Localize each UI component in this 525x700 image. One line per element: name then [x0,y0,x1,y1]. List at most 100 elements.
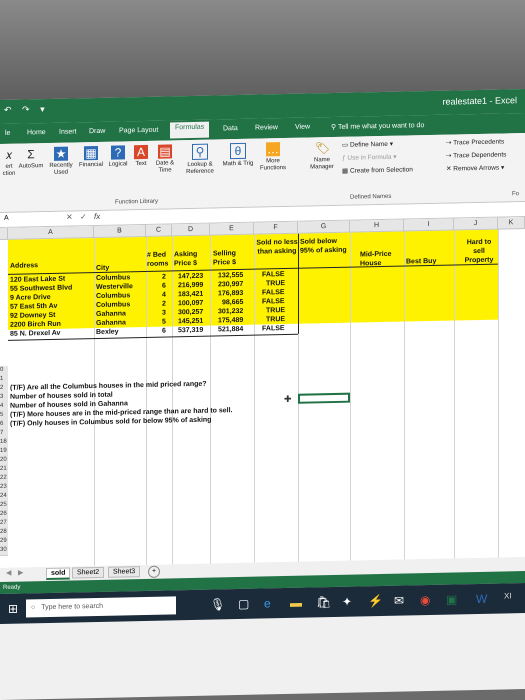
name-manager-button[interactable]: 🏷 Name Manager [305,141,339,172]
lookup-reference-button[interactable]: ⚲ Lookup & Reference [180,143,220,176]
cell-sold[interactable]: TRUE [266,306,285,315]
financial-button[interactable]: ▦ Financial [78,145,104,170]
header-asking-price: Asking Price $ [174,250,198,268]
column-header-c[interactable]: C [146,224,172,237]
cell-selling[interactable]: 98,665 [222,298,243,307]
lightning-icon[interactable]: ⚡ [368,594,383,608]
trace-dependents-button[interactable]: ⇢ Trace Dependents [446,150,506,159]
tab-draw[interactable]: Draw [84,126,110,138]
text-icon: A [134,144,148,160]
cell-sold[interactable]: FALSE [262,288,285,297]
sheet-tab-sheet2[interactable]: Sheet2 [72,566,105,579]
selected-cell[interactable] [298,392,350,404]
insert-function-label: ert ction [2,163,16,177]
enter-icon[interactable]: ✓ [80,212,87,221]
autosum-label: AutoSum [18,163,44,170]
word-taskbar-icon[interactable]: W [476,592,487,606]
column-header-b[interactable]: B [94,224,146,239]
column-header-j[interactable]: J [454,217,498,231]
tab-insert[interactable]: Insert [54,126,82,138]
select-all-corner[interactable] [0,227,8,240]
cell-selling[interactable]: 521,884 [218,325,243,335]
tab-formulas[interactable]: Formulas [170,121,210,139]
tab-data[interactable]: Data [218,123,243,135]
cell-sold[interactable]: TRUE [266,315,285,324]
cell-city[interactable]: Gahanna [96,318,126,328]
chrome-icon[interactable]: ◉ [420,593,430,607]
cell-beds[interactable]: 6 [162,327,166,336]
use-in-formula-button[interactable]: ƒ Use in Formula ▾ [342,153,397,162]
cell-sold[interactable]: FALSE [262,270,285,279]
autosum-button[interactable]: Σ AutoSum [18,147,44,171]
scroll-right-icon[interactable]: ▶ [18,569,23,577]
column-header-g[interactable]: G [298,220,350,234]
column-header-f[interactable]: F [254,221,298,235]
cell-address[interactable]: 85 N. Drexel Av [10,329,60,339]
cell-beds[interactable]: 2 [162,300,166,309]
scroll-left-icon[interactable]: ◀ [6,569,11,577]
highlighted-table-area [8,229,498,330]
insert-function-icon[interactable]: fx [94,212,100,221]
dropbox-icon[interactable]: ✦ [342,595,352,609]
sigma-icon: Σ [27,147,35,162]
date-time-label: Date & Time [155,160,175,174]
store-icon[interactable]: 🛍 [316,595,331,609]
column-header-i[interactable]: I [404,218,454,232]
tab-view[interactable]: View [290,121,315,133]
tab-file[interactable]: le [0,128,15,139]
cell-sold[interactable]: FALSE [262,297,285,306]
task-view-icon[interactable]: ▢ [238,597,249,611]
logical-button[interactable]: ? Logical [106,145,130,169]
cell-beds[interactable]: 2 [162,273,166,282]
date-time-button[interactable]: ▤ Date & Time [152,144,178,175]
more-functions-button[interactable]: … More Functions [256,142,290,173]
column-header-d[interactable]: D [172,223,210,237]
row-header[interactable]: 30 [0,545,8,556]
mail-icon[interactable]: ✉ [394,594,404,608]
create-from-selection-icon: ▦ [342,167,350,175]
math-trig-button[interactable]: θ Math & Trig [222,142,254,169]
recently-used-button[interactable]: ★ Recently Used [46,146,76,177]
trace-dependents-label: Trace Dependents [453,151,507,160]
sheet-tab-sold[interactable]: sold [46,567,71,581]
tab-review[interactable]: Review [250,122,283,134]
cell-beds[interactable]: 3 [162,309,166,318]
windows-start-icon[interactable]: ⊞ [8,602,18,616]
quick-access-toolbar[interactable]: ↶ ↷ ▾ [4,104,49,116]
add-sheet-button[interactable]: + [148,565,160,578]
tab-home[interactable]: Home [22,127,51,139]
microphone-icon[interactable]: 🎙 [210,597,225,611]
tab-page-layout[interactable]: Page Layout [114,125,163,137]
cell-asking[interactable]: 537,319 [178,326,203,336]
cell-sold[interactable]: FALSE [262,324,285,333]
taskbar-search-box[interactable]: ○ Type here to search [26,596,176,618]
insert-function-button[interactable]: 𝑥 ert ction [2,148,16,178]
trace-precedents-button[interactable]: ⇢ Trace Precedents [446,137,504,146]
defined-names-group-label: Defined Names [350,193,392,201]
column-header-k[interactable]: K [498,217,525,230]
math-icon: θ [230,142,246,160]
define-name-button[interactable]: ▭ Define Name ▾ [342,140,393,149]
name-box[interactable]: A [4,214,44,222]
gridline [172,236,173,565]
worksheet-grid[interactable]: A B C D E F G H I J K Address City # Bed… [0,217,525,569]
lightbulb-icon: ⚲ [331,123,338,132]
excel-taskbar-icon[interactable]: ▣ [446,592,457,606]
sheet-tab-sheet3[interactable]: Sheet3 [108,566,141,578]
text-button[interactable]: A Text [132,144,150,168]
cell-beds[interactable]: 4 [162,291,166,300]
cell-sold[interactable]: TRUE [266,279,285,288]
cell-beds[interactable]: 6 [162,282,166,291]
create-from-selection-button[interactable]: ▦ Create from Selection [342,165,413,174]
column-header-e[interactable]: E [210,222,254,236]
cell-city[interactable]: Bexley [96,328,119,337]
xbox-label[interactable]: XI [504,591,512,600]
remove-arrows-button[interactable]: ✕ Remove Arrows ▾ [446,163,504,172]
question-icon: ? [111,145,125,160]
cell-beds[interactable]: 5 [162,318,166,327]
edge-browser-icon[interactable]: e [264,596,271,610]
table-border [298,233,299,334]
tell-me-box[interactable]: ⚲ Tell me what you want to do [326,119,429,133]
cancel-icon[interactable]: ✕ [66,212,73,221]
file-explorer-icon[interactable]: ▬ [290,596,302,610]
